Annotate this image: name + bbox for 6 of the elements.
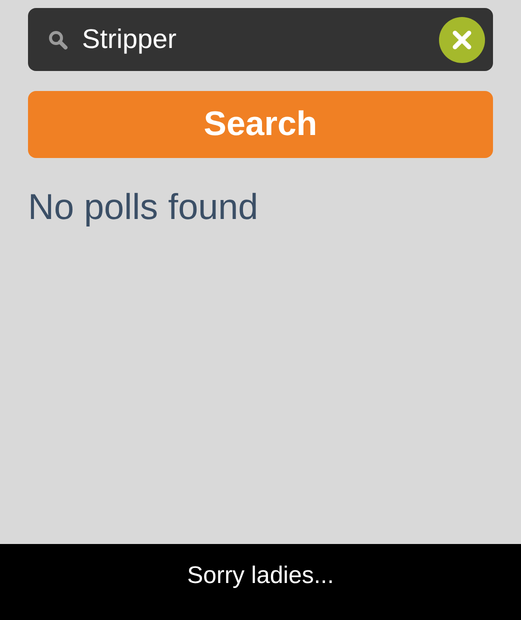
search-field[interactable]: Stripper [28, 8, 493, 71]
close-icon [452, 30, 472, 50]
result-message: No polls found [28, 185, 258, 229]
search-icon [48, 30, 68, 50]
clear-button[interactable] [439, 16, 485, 62]
caption-text: Sorry ladies... [187, 561, 334, 591]
